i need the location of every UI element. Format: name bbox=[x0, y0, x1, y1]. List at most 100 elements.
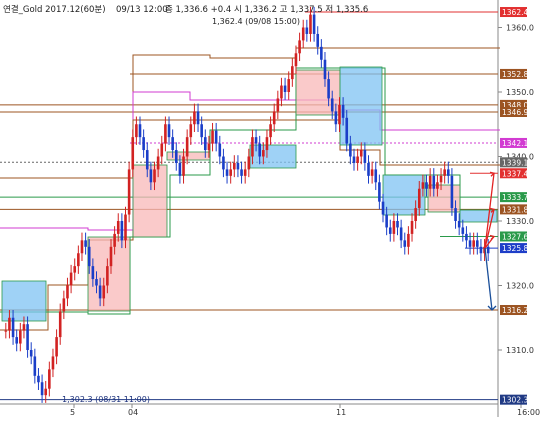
candle-body bbox=[345, 117, 349, 144]
candle-body bbox=[84, 240, 87, 247]
cloud-area bbox=[249, 144, 297, 169]
price-tag-label: 1331.8 bbox=[502, 205, 528, 214]
price-chart[interactable]: 1360.01350.01340.01330.01320.01310.0 5 04… bbox=[0, 0, 540, 417]
candle-body bbox=[80, 240, 84, 254]
candle-body bbox=[44, 388, 48, 396]
candle-body bbox=[334, 111, 338, 125]
candle-body bbox=[247, 156, 251, 170]
candle-body bbox=[189, 124, 193, 138]
candle-body bbox=[309, 14, 312, 34]
x-tick-label: 16:00 bbox=[517, 408, 540, 417]
candle-body bbox=[410, 221, 414, 234]
price-tag-label: 1362.4 bbox=[502, 8, 528, 17]
candle-body bbox=[399, 227, 403, 241]
candle-body bbox=[301, 27, 305, 41]
candle-body bbox=[171, 137, 174, 151]
price-tag-label: 1333.7 bbox=[502, 193, 528, 202]
candle-body bbox=[160, 143, 164, 157]
candle-body bbox=[359, 150, 363, 157]
candle-body bbox=[149, 169, 153, 183]
candle-body bbox=[446, 169, 450, 176]
candle-body bbox=[164, 124, 167, 144]
candle-body bbox=[142, 137, 145, 151]
candle-body bbox=[396, 221, 399, 228]
candle-body bbox=[374, 169, 378, 183]
candle-body bbox=[200, 124, 203, 138]
x-tick-label: 5 bbox=[70, 408, 75, 417]
candle-body bbox=[352, 156, 356, 163]
candle-body bbox=[363, 150, 367, 163]
candle-body bbox=[338, 104, 341, 125]
candle-body bbox=[203, 137, 207, 151]
candle-body bbox=[182, 156, 185, 176]
price-tag-label: 1352.8 bbox=[502, 70, 528, 79]
candle-body bbox=[280, 85, 283, 99]
candle-body bbox=[450, 175, 454, 209]
price-tag-label: 1339.1 bbox=[502, 158, 528, 167]
candle-body bbox=[323, 59, 327, 80]
candle-body bbox=[229, 169, 232, 176]
candle-body bbox=[356, 156, 359, 163]
candle-body bbox=[222, 156, 225, 170]
candle-body bbox=[454, 208, 457, 221]
candle-body bbox=[291, 66, 294, 80]
ohlc-readout: 종 1,336.6 +0.4 시 1,336.2 고 1,337.5 저 1,3… bbox=[165, 5, 368, 15]
candle-body bbox=[156, 156, 160, 170]
candle-body bbox=[243, 169, 247, 176]
candle-body bbox=[26, 324, 29, 350]
price-tag-label: 1316.2 bbox=[502, 306, 528, 315]
candle-body bbox=[37, 375, 40, 383]
candle-body bbox=[287, 79, 291, 92]
candle-body bbox=[196, 111, 200, 125]
candle-body bbox=[233, 162, 236, 170]
y-tick-label: 1320.0 bbox=[506, 282, 534, 291]
candle-body bbox=[33, 356, 37, 376]
candle-body bbox=[465, 233, 468, 241]
candle-body bbox=[48, 369, 51, 389]
candle-body bbox=[461, 227, 465, 234]
x-tick-label: 11 bbox=[336, 408, 346, 417]
candle-body bbox=[174, 150, 178, 163]
candle-body bbox=[457, 221, 461, 228]
candle-body bbox=[298, 40, 301, 54]
price-tag-label: 1325.8 bbox=[502, 244, 528, 253]
candle-body bbox=[341, 104, 345, 118]
candle-body bbox=[258, 143, 261, 157]
candle-body bbox=[236, 162, 240, 170]
candle-body bbox=[392, 221, 396, 234]
candle-body bbox=[55, 337, 58, 357]
candle-body bbox=[436, 182, 439, 189]
price-tag-label: 1337.4 bbox=[502, 169, 528, 178]
cloud-area bbox=[166, 151, 211, 161]
candle-body bbox=[124, 214, 127, 241]
price-tag-label: 1327.6 bbox=[502, 232, 528, 241]
candle-body bbox=[138, 124, 142, 138]
candle-body bbox=[145, 150, 149, 170]
candle-body bbox=[468, 240, 472, 247]
candle-body bbox=[106, 266, 109, 286]
candle-body bbox=[327, 79, 330, 99]
y-tick-label: 1330.0 bbox=[506, 217, 534, 226]
candle-body bbox=[29, 350, 33, 357]
candle-body bbox=[62, 298, 66, 312]
candle-body bbox=[316, 33, 320, 47]
candle-body bbox=[251, 137, 254, 157]
y-tick-label: 1360.0 bbox=[506, 24, 534, 33]
candle-body bbox=[8, 317, 11, 331]
candle-body bbox=[116, 221, 120, 234]
candle-body bbox=[218, 143, 222, 157]
candle-body bbox=[153, 169, 156, 183]
candle-body bbox=[240, 169, 243, 176]
candle-body bbox=[320, 46, 323, 60]
candle-body bbox=[211, 130, 214, 144]
high-annotation: 1,362.4 (09/08 15:00) bbox=[212, 17, 300, 26]
candle-body bbox=[428, 175, 432, 189]
candle-body bbox=[330, 98, 334, 112]
candle-body bbox=[69, 272, 73, 286]
bar-datetime: 09/13 12:00 bbox=[116, 5, 168, 15]
candle-body bbox=[486, 246, 490, 254]
candle-body bbox=[407, 233, 410, 247]
candle-body bbox=[95, 279, 98, 286]
candle-body bbox=[77, 253, 80, 267]
candle-body bbox=[131, 137, 135, 170]
